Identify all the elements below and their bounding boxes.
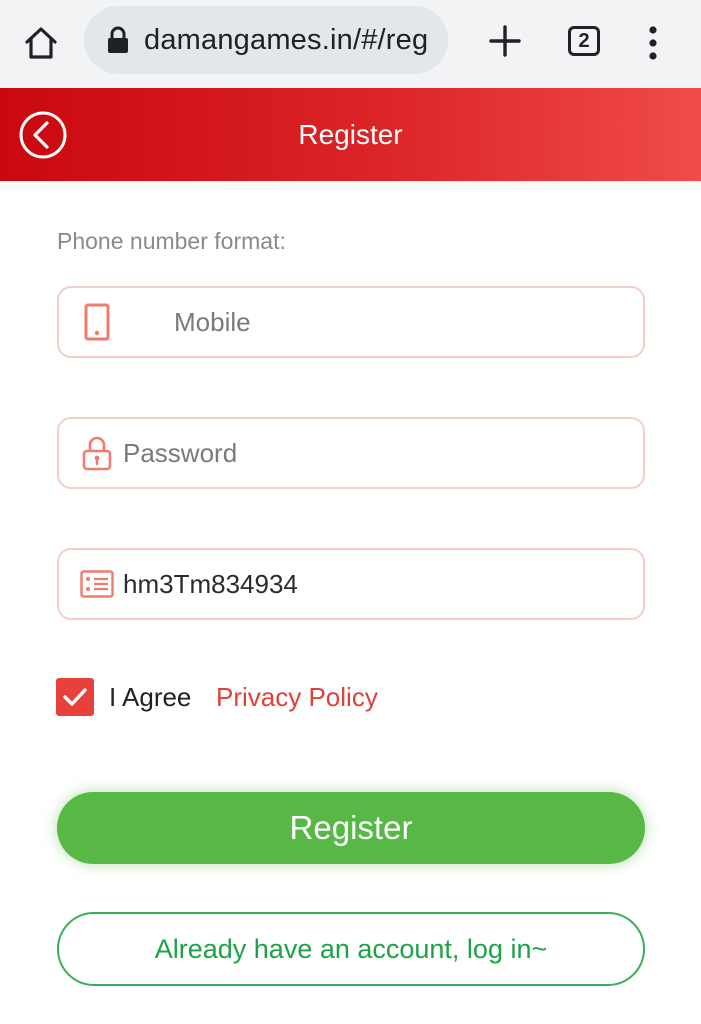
mobile-field[interactable]: Mobile [57, 286, 645, 358]
tab-switcher-button[interactable]: 2 [568, 26, 600, 56]
password-input[interactable]: Password [123, 419, 237, 487]
agree-label: I Agree [109, 682, 192, 712]
checkmark-icon [63, 688, 87, 706]
agree-checkbox[interactable] [56, 678, 94, 716]
tab-count: 2 [578, 29, 590, 52]
mobile-phone-icon [79, 302, 115, 342]
phone-format-label: Phone number format: [57, 228, 286, 254]
page-title: Register [298, 118, 403, 150]
id-card-icon [79, 564, 115, 604]
password-field[interactable]: Password [57, 417, 645, 489]
kebab-menu-icon[interactable] [636, 20, 670, 66]
register-button[interactable]: Register [57, 792, 645, 864]
privacy-policy-link[interactable]: Privacy Policy [216, 682, 378, 713]
lock-icon [106, 25, 130, 55]
url-text: damangames.in/#/reg [144, 23, 429, 56]
address-bar[interactable]: damangames.in/#/reg [84, 6, 448, 74]
back-circle-chevron-icon[interactable] [18, 110, 68, 160]
login-link-button[interactable]: Already have an account, log in~ [57, 912, 645, 986]
mobile-input[interactable]: Mobile [174, 288, 251, 356]
app-header: Register [0, 88, 701, 181]
invite-code-field[interactable]: hm3Tm834934 [57, 548, 645, 620]
browser-toolbar: damangames.in/#/reg 2 [0, 0, 701, 88]
invite-code-input[interactable]: hm3Tm834934 [123, 550, 298, 618]
new-tab-plus-icon[interactable] [482, 18, 528, 64]
home-icon[interactable] [18, 20, 64, 66]
padlock-icon [79, 433, 115, 473]
